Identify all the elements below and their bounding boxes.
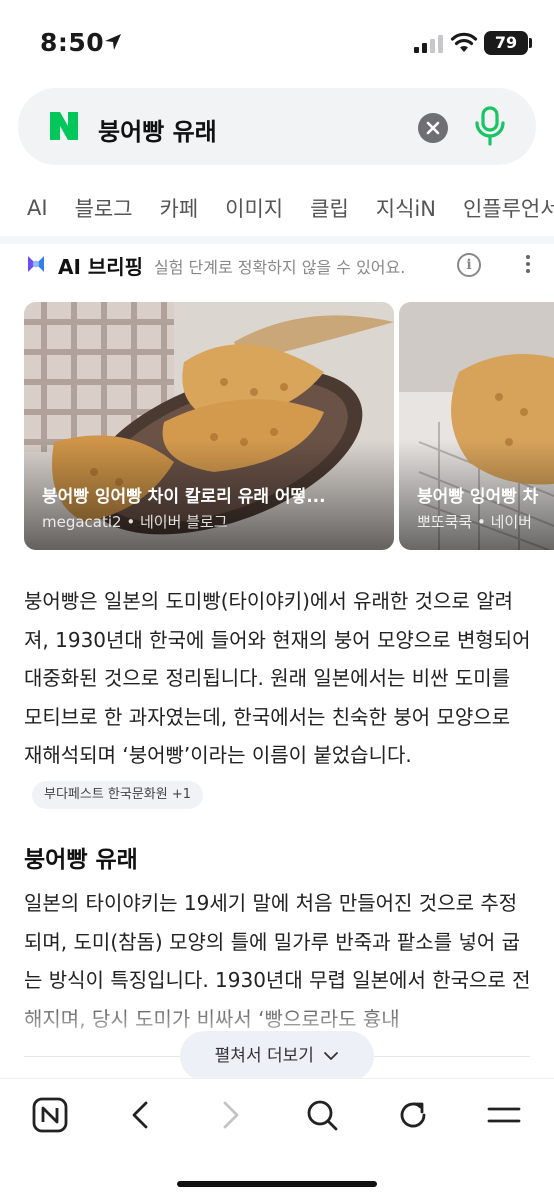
battery-tip	[529, 38, 532, 48]
ai-briefing-header: AI 브리핑 실험 단계로 정확하지 않을 수 있어요. i	[0, 244, 554, 288]
refresh-icon[interactable]	[395, 1097, 431, 1133]
status-bar: 8:50 79	[0, 0, 554, 84]
clear-icon	[426, 121, 440, 135]
location-arrow-icon	[105, 34, 121, 50]
naver-home-icon[interactable]	[32, 1097, 68, 1133]
tab-ai[interactable]: AI	[27, 196, 48, 220]
ai-disclaimer: 실험 단계로 정확하지 않을 수 있어요.	[154, 258, 406, 277]
clear-button[interactable]	[418, 113, 448, 143]
card-source: megacati2 • 네이버 블로그	[42, 513, 228, 531]
more-icon[interactable]	[520, 252, 536, 280]
mic-icon[interactable]	[473, 106, 507, 146]
tab-cafe[interactable]: 카페	[160, 193, 199, 223]
tab-image[interactable]: 이미지	[225, 193, 283, 223]
ai-summary-paragraph: 붕어빵은 일본의 도미빵(타이야키)에서 유래한 것으로 알려져, 1930년대…	[24, 582, 534, 813]
tab-blog[interactable]: 블로그	[75, 193, 133, 223]
signal-icon	[414, 35, 443, 53]
expand-more-button[interactable]: 펼쳐서 더보기	[180, 1031, 374, 1081]
search-input[interactable]: 붕어빵 유래	[98, 112, 217, 147]
battery-icon: 79	[484, 31, 528, 55]
ai-briefing-title: AI 브리핑	[58, 255, 144, 279]
card-title: 붕어빵 잉어빵 차	[417, 487, 539, 507]
menu-icon[interactable]	[486, 1097, 522, 1133]
ai-logo-icon	[28, 256, 44, 272]
summary-text: 붕어빵은 일본의 도미빵(타이야키)에서 유래한 것으로 알려져, 1930년대…	[24, 589, 531, 767]
search-tabs: AI 블로그 카페 이미지 클립 지식iN 인플루언서	[0, 180, 554, 236]
section-heading: 붕어빵 유래	[24, 847, 138, 873]
divider	[0, 236, 554, 244]
card-title: 붕어빵 잉어빵 차이 칼로리 유래 어떻...	[42, 487, 326, 507]
expand-more-label: 펼쳐서 더보기	[214, 1046, 314, 1066]
card-source: 뽀또쿡쿡 • 네이버	[417, 513, 532, 531]
tab-clip[interactable]: 클립	[310, 193, 349, 223]
search-bar[interactable]: 붕어빵 유래	[18, 88, 536, 165]
search-icon[interactable]	[304, 1097, 340, 1133]
tab-kin[interactable]: 지식iN	[376, 193, 436, 223]
citation-badge[interactable]: 부다페스트 한국문화원 +1	[32, 781, 204, 809]
image-card[interactable]: 붕어빵 잉어빵 차이 칼로리 유래 어떻... megacati2 • 네이버 …	[24, 302, 394, 550]
chevron-down-icon	[324, 1052, 339, 1060]
image-card[interactable]: 붕어빵 잉어빵 차 뽀또쿡쿡 • 네이버	[399, 302, 554, 550]
status-time: 8:50	[40, 28, 105, 57]
info-icon[interactable]: i	[457, 253, 481, 277]
tab-influencer[interactable]: 인플루언서	[463, 193, 554, 223]
wifi-icon	[450, 32, 478, 52]
back-icon[interactable]	[122, 1097, 158, 1133]
forward-icon[interactable]	[213, 1097, 249, 1133]
naver-logo-icon[interactable]	[48, 110, 80, 142]
home-indicator	[177, 1181, 377, 1187]
